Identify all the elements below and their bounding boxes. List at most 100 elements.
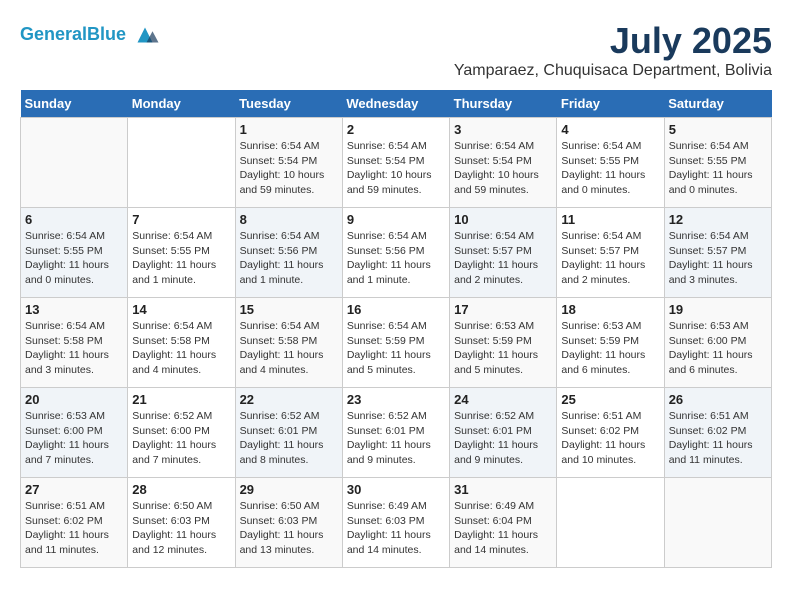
logo-line2: Blue	[87, 24, 126, 44]
month-year: July 2025	[454, 20, 772, 62]
day-number: 30	[347, 482, 445, 497]
calendar-cell: 10Sunrise: 6:54 AMSunset: 5:57 PMDayligh…	[450, 208, 557, 298]
day-info: Sunrise: 6:54 AMSunset: 5:58 PMDaylight:…	[132, 319, 230, 378]
day-info: Sunrise: 6:53 AMSunset: 6:00 PMDaylight:…	[669, 319, 767, 378]
calendar-cell: 6 Sunrise: 6:54 AMSunset: 5:55 PMDaylight…	[21, 208, 128, 298]
day-number: 2	[347, 122, 445, 137]
day-info: Sunrise: 6:53 AMSunset: 5:59 PMDaylight:…	[561, 319, 659, 378]
day-info: Sunrise: 6:53 AMSunset: 5:59 PMDaylight:…	[454, 319, 552, 378]
calendar-cell	[557, 478, 664, 568]
calendar-cell: 26 Sunrise: 6:51 AMSunset: 6:02 PMDayligh…	[664, 388, 771, 478]
calendar-cell: 2 Sunrise: 6:54 AMSunset: 5:54 PMDaylight…	[342, 118, 449, 208]
day-number: 15	[240, 302, 338, 317]
day-info: Sunrise: 6:54 AMSunset: 5:59 PMDaylight:…	[347, 319, 445, 378]
calendar-cell: 25 Sunrise: 6:51 AMSunset: 6:02 PMDayligh…	[557, 388, 664, 478]
day-info: Sunrise: 6:52 AMSunset: 6:01 PMDaylight:…	[347, 409, 445, 468]
day-info: Sunrise: 6:54 AMSunset: 5:57 PMDaylight:…	[561, 229, 659, 288]
day-number: 24	[454, 392, 552, 407]
day-info: Sunrise: 6:54 AMSunset: 5:54 PMDaylight:…	[347, 139, 445, 198]
calendar-cell: 23 Sunrise: 6:52 AMSunset: 6:01 PMDayligh…	[342, 388, 449, 478]
weekday-header-row: SundayMondayTuesdayWednesdayThursdayFrid…	[21, 90, 772, 118]
weekday-header: Wednesday	[342, 90, 449, 118]
calendar-week-row: 1 Sunrise: 6:54 AMSunset: 5:54 PMDaylight…	[21, 118, 772, 208]
day-info: Sunrise: 6:51 AMSunset: 6:02 PMDaylight:…	[561, 409, 659, 468]
calendar-cell: 7 Sunrise: 6:54 AMSunset: 5:55 PMDaylight…	[128, 208, 235, 298]
day-info: Sunrise: 6:54 AMSunset: 5:55 PMDaylight:…	[669, 139, 767, 198]
calendar-cell: 1 Sunrise: 6:54 AMSunset: 5:54 PMDaylight…	[235, 118, 342, 208]
calendar-cell: 13Sunrise: 6:54 AMSunset: 5:58 PMDayligh…	[21, 298, 128, 388]
weekday-header: Monday	[128, 90, 235, 118]
day-number: 12	[669, 212, 767, 227]
day-info: Sunrise: 6:51 AMSunset: 6:02 PMDaylight:…	[25, 499, 123, 558]
day-info: Sunrise: 6:52 AMSunset: 6:01 PMDaylight:…	[454, 409, 552, 468]
day-info: Sunrise: 6:54 AMSunset: 5:57 PMDaylight:…	[454, 229, 552, 288]
calendar-cell: 21 Sunrise: 6:52 AMSunset: 6:00 PMDayligh…	[128, 388, 235, 478]
calendar-week-row: 27 Sunrise: 6:51 AMSunset: 6:02 PMDayligh…	[21, 478, 772, 568]
day-number: 25	[561, 392, 659, 407]
calendar-cell: 29 Sunrise: 6:50 AMSunset: 6:03 PMDayligh…	[235, 478, 342, 568]
day-number: 1	[240, 122, 338, 137]
day-number: 7	[132, 212, 230, 227]
logo-line1: General	[20, 24, 87, 44]
day-info: Sunrise: 6:50 AMSunset: 6:03 PMDaylight:…	[240, 499, 338, 558]
calendar-cell: 15Sunrise: 6:54 AMSunset: 5:58 PMDayligh…	[235, 298, 342, 388]
logo-text: GeneralBlue	[20, 25, 126, 45]
day-info: Sunrise: 6:54 AMSunset: 5:55 PMDaylight:…	[25, 229, 123, 288]
day-number: 5	[669, 122, 767, 137]
title-area: July 2025 Yamparaez, Chuquisaca Departme…	[454, 20, 772, 80]
day-info: Sunrise: 6:54 AMSunset: 5:56 PMDaylight:…	[240, 229, 338, 288]
day-number: 13	[25, 302, 123, 317]
day-number: 3	[454, 122, 552, 137]
weekday-header: Thursday	[450, 90, 557, 118]
calendar-cell: 30 Sunrise: 6:49 AMSunset: 6:03 PMDayligh…	[342, 478, 449, 568]
calendar-cell	[664, 478, 771, 568]
day-number: 31	[454, 482, 552, 497]
day-info: Sunrise: 6:54 AMSunset: 5:55 PMDaylight:…	[561, 139, 659, 198]
calendar-cell: 27 Sunrise: 6:51 AMSunset: 6:02 PMDayligh…	[21, 478, 128, 568]
calendar-cell: 20 Sunrise: 6:53 AMSunset: 6:00 PMDayligh…	[21, 388, 128, 478]
weekday-header: Sunday	[21, 90, 128, 118]
calendar-cell: 22 Sunrise: 6:52 AMSunset: 6:01 PMDayligh…	[235, 388, 342, 478]
day-number: 8	[240, 212, 338, 227]
day-info: Sunrise: 6:54 AMSunset: 5:54 PMDaylight:…	[454, 139, 552, 198]
day-number: 9	[347, 212, 445, 227]
day-number: 29	[240, 482, 338, 497]
day-info: Sunrise: 6:53 AMSunset: 6:00 PMDaylight:…	[25, 409, 123, 468]
day-number: 18	[561, 302, 659, 317]
day-number: 4	[561, 122, 659, 137]
day-info: Sunrise: 6:49 AMSunset: 6:03 PMDaylight:…	[347, 499, 445, 558]
calendar-cell: 11Sunrise: 6:54 AMSunset: 5:57 PMDayligh…	[557, 208, 664, 298]
weekday-header: Tuesday	[235, 90, 342, 118]
day-number: 20	[25, 392, 123, 407]
calendar-cell: 24 Sunrise: 6:52 AMSunset: 6:01 PMDayligh…	[450, 388, 557, 478]
day-info: Sunrise: 6:54 AMSunset: 5:54 PMDaylight:…	[240, 139, 338, 198]
day-number: 26	[669, 392, 767, 407]
day-number: 6	[25, 212, 123, 227]
day-number: 23	[347, 392, 445, 407]
weekday-header: Saturday	[664, 90, 771, 118]
calendar-cell: 5 Sunrise: 6:54 AMSunset: 5:55 PMDaylight…	[664, 118, 771, 208]
calendar-cell: 19 Sunrise: 6:53 AMSunset: 6:00 PMDayligh…	[664, 298, 771, 388]
day-number: 22	[240, 392, 338, 407]
day-info: Sunrise: 6:54 AMSunset: 5:57 PMDaylight:…	[669, 229, 767, 288]
day-number: 21	[132, 392, 230, 407]
day-number: 14	[132, 302, 230, 317]
calendar-week-row: 13 Sunrise: 6:54 AMSunset: 5:58 PMDayligh…	[21, 298, 772, 388]
day-number: 17	[454, 302, 552, 317]
calendar-cell: 14 Sunrise: 6:54 AMSunset: 5:58 PMDayligh…	[128, 298, 235, 388]
calendar-cell: 16Sunrise: 6:54 AMSunset: 5:59 PMDayligh…	[342, 298, 449, 388]
location: Yamparaez, Chuquisaca Department, Bolivi…	[454, 62, 772, 80]
day-info: Sunrise: 6:52 AMSunset: 6:01 PMDaylight:…	[240, 409, 338, 468]
page-header: GeneralBlue July 2025 Yamparaez, Chuquis…	[20, 20, 772, 80]
calendar-week-row: 20 Sunrise: 6:53 AMSunset: 6:00 PMDayligh…	[21, 388, 772, 478]
day-info: Sunrise: 6:52 AMSunset: 6:00 PMDaylight:…	[132, 409, 230, 468]
day-info: Sunrise: 6:50 AMSunset: 6:03 PMDaylight:…	[132, 499, 230, 558]
day-number: 28	[132, 482, 230, 497]
day-number: 27	[25, 482, 123, 497]
day-info: Sunrise: 6:54 AMSunset: 5:55 PMDaylight:…	[132, 229, 230, 288]
logo: GeneralBlue	[20, 20, 160, 50]
calendar-cell: 9Sunrise: 6:54 AMSunset: 5:56 PMDaylight…	[342, 208, 449, 298]
day-info: Sunrise: 6:51 AMSunset: 6:02 PMDaylight:…	[669, 409, 767, 468]
day-number: 19	[669, 302, 767, 317]
calendar-cell: 8 Sunrise: 6:54 AMSunset: 5:56 PMDaylight…	[235, 208, 342, 298]
